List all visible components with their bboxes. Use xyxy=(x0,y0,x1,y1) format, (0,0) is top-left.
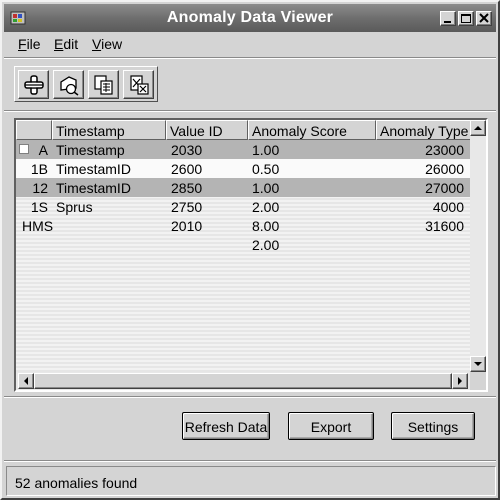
refresh-data-button[interactable]: Refresh Data xyxy=(182,412,270,440)
scroll-right-button[interactable] xyxy=(452,373,468,389)
add-row-icon xyxy=(24,75,44,95)
menu-view[interactable]: View xyxy=(92,36,122,52)
arrow-down-icon xyxy=(474,362,482,366)
settings-button[interactable]: Settings xyxy=(391,412,475,440)
menu-file-accel: F xyxy=(18,36,27,52)
edit-icon xyxy=(60,76,79,96)
cell-anomaly-type: 4000 xyxy=(432,199,464,215)
table-row[interactable]: HMS 2010 8.00 31600 xyxy=(16,216,470,235)
table-row[interactable]: 1S Sprus 2750 2.00 4000 xyxy=(16,197,470,216)
export-button[interactable]: Export xyxy=(288,412,374,440)
title-bar[interactable]: Anomaly Data Viewer xyxy=(4,4,496,32)
toolbar xyxy=(14,66,158,102)
cell-anomaly-score: 8.00 xyxy=(252,218,280,234)
delete-button[interactable] xyxy=(123,70,154,99)
cell-timestamp: Sprus xyxy=(56,199,93,215)
menu-bar: File Edit View xyxy=(4,32,496,56)
arrow-right-icon xyxy=(458,377,462,385)
scroll-left-button[interactable] xyxy=(18,373,34,389)
app-window: Anomaly Data Viewer File Edit View Times… xyxy=(0,0,500,500)
header-value-id[interactable]: Value ID xyxy=(166,120,248,140)
menu-file[interactable]: File xyxy=(18,36,41,52)
cell-id: 12 xyxy=(32,180,48,196)
cell-timestamp: TimestamID xyxy=(56,161,131,177)
vertical-scrollbar[interactable] xyxy=(470,120,486,372)
anomaly-table[interactable]: Timestamp Value ID Anomaly Score Anomaly… xyxy=(14,118,488,392)
cell-anomaly-type: 27000 xyxy=(425,180,464,196)
cell-anomaly-score: 1.00 xyxy=(252,180,280,196)
close-button[interactable] xyxy=(476,11,492,26)
add-row-button[interactable] xyxy=(18,70,49,99)
toolbar-divider xyxy=(4,110,496,112)
menu-view-label: iew xyxy=(101,36,123,52)
menu-edit-accel: E xyxy=(54,36,64,52)
delete-icon xyxy=(130,75,149,95)
table-row[interactable]: 1B TimestamID 2600 0.50 26000 xyxy=(16,159,470,178)
cell-anomaly-score: 1.00 xyxy=(252,142,280,158)
cell-anomaly-type: 26000 xyxy=(425,161,464,177)
cell-value-id: 2030 xyxy=(171,142,203,158)
cell-id: A xyxy=(38,142,48,158)
menu-divider xyxy=(4,57,496,59)
menu-file-label: ile xyxy=(26,36,41,52)
close-icon xyxy=(479,13,489,23)
horizontal-scroll-thumb[interactable] xyxy=(34,373,452,389)
header-row-selector[interactable] xyxy=(16,120,52,140)
maximize-icon xyxy=(461,14,471,23)
cell-anomaly-score: 0.50 xyxy=(252,161,280,177)
table-header: Timestamp Value ID Anomaly Score Anomaly… xyxy=(16,120,470,140)
table-row[interactable]: 2.00 xyxy=(16,235,470,254)
cell-anomaly-type: 23000 xyxy=(425,142,464,158)
cell-value-id: 2850 xyxy=(171,180,203,196)
copy-button[interactable] xyxy=(88,70,119,99)
status-text: 52 anomalies found xyxy=(15,475,138,491)
cell-anomaly-score: 2.00 xyxy=(252,237,280,253)
menu-edit[interactable]: Edit xyxy=(54,36,78,52)
status-bar: 52 anomalies found xyxy=(6,466,496,496)
table-body: Timestamp Value ID Anomaly Score Anomaly… xyxy=(16,120,470,372)
table-row[interactable]: A Timestamp 2030 1.00 23000 xyxy=(16,140,470,159)
horizontal-scrollbar[interactable] xyxy=(16,372,470,390)
maximize-button[interactable] xyxy=(458,11,474,26)
button-area-divider xyxy=(4,396,496,398)
arrow-up-icon xyxy=(474,126,482,130)
cell-id: 1S xyxy=(30,199,48,215)
menu-view-accel: V xyxy=(92,36,102,52)
table-row[interactable]: 12 TimestamID 2850 1.00 27000 xyxy=(16,178,470,197)
cell-anomaly-score: 2.00 xyxy=(252,199,280,215)
cell-anomaly-type: 31600 xyxy=(425,218,464,234)
copy-icon xyxy=(94,75,113,95)
cell-timestamp: TimestamID xyxy=(56,180,131,196)
scrollbar-corner xyxy=(470,372,486,390)
header-timestamp[interactable]: Timestamp xyxy=(52,120,166,140)
cell-timestamp: Timestamp xyxy=(56,142,125,158)
status-divider xyxy=(4,460,496,462)
scroll-up-button[interactable] xyxy=(470,120,486,136)
cell-value-id: 2750 xyxy=(171,199,203,215)
cell-value-id: 2600 xyxy=(171,161,203,177)
cell-value-id: 2010 xyxy=(171,218,203,234)
header-anomaly-type[interactable]: Anomaly Type xyxy=(376,120,470,140)
cell-id: HMS xyxy=(22,218,54,234)
window-title: Anomaly Data Viewer xyxy=(166,9,334,26)
header-anomaly-score[interactable]: Anomaly Score xyxy=(248,120,376,140)
menu-edit-label: dit xyxy=(63,36,79,52)
minimize-icon xyxy=(444,21,451,23)
edit-button[interactable] xyxy=(53,70,84,99)
minimize-button[interactable] xyxy=(440,11,456,26)
cell-id: 1B xyxy=(30,161,48,177)
arrow-left-icon xyxy=(24,377,28,385)
scroll-down-button[interactable] xyxy=(470,356,486,372)
